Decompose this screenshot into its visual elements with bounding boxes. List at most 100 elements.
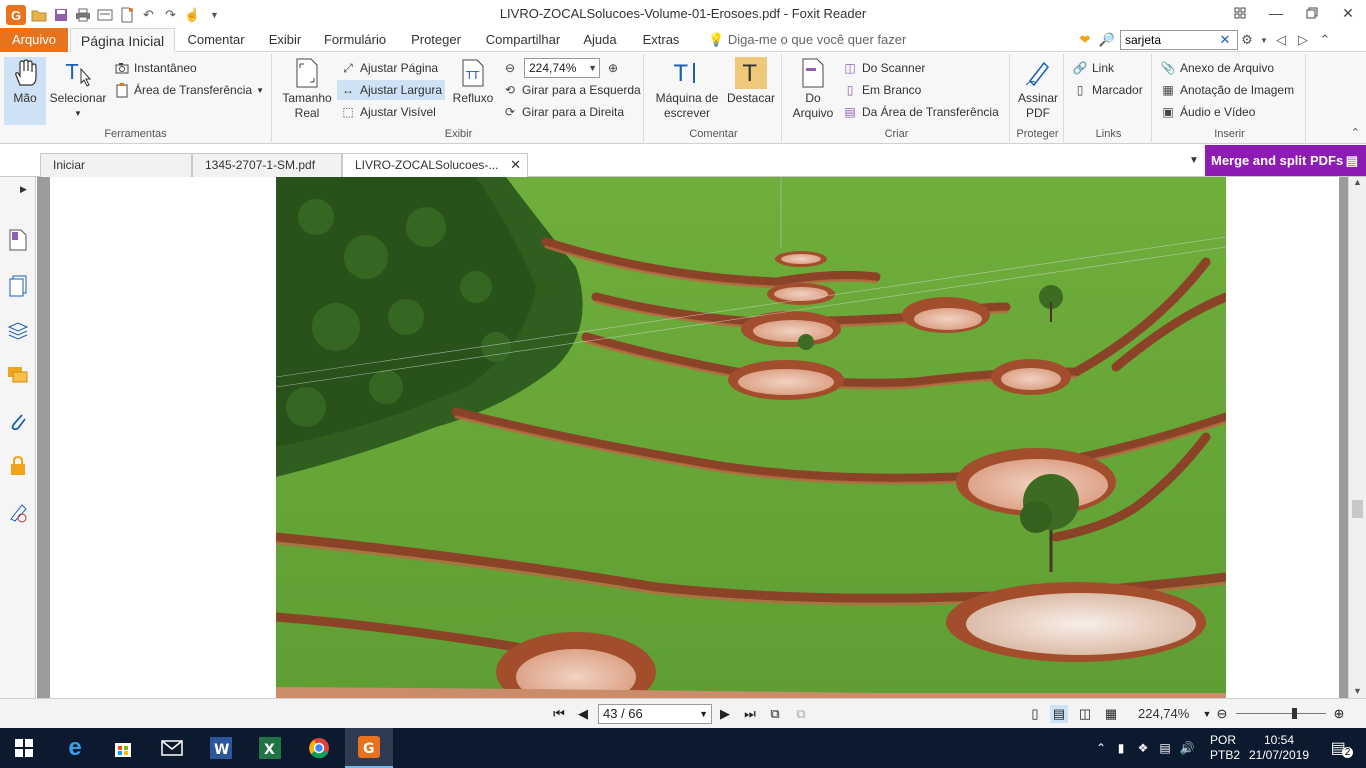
search-folder-icon[interactable]: 🔎	[1098, 31, 1116, 49]
actual-size-button[interactable]: Tamanho Real	[278, 57, 336, 121]
battery-icon[interactable]: ▮	[1110, 741, 1132, 755]
zoom-in-icon[interactable]: ⊕	[605, 58, 621, 78]
clock[interactable]: 10:54 21/07/2019	[1248, 733, 1310, 763]
tab-compartilhar[interactable]: Compartilhar	[480, 28, 566, 52]
tell-me-box[interactable]: 💡 Diga-me o que você quer fazer	[708, 32, 906, 48]
signature-icon[interactable]	[7, 501, 29, 523]
scroll-thumb[interactable]	[1352, 500, 1363, 518]
fit-page-button[interactable]: ⤢ Ajustar Página	[340, 58, 438, 78]
close-button[interactable]: ✕	[1330, 0, 1366, 26]
tab-ajuda[interactable]: Ajuda	[576, 28, 624, 52]
store-icon[interactable]	[99, 728, 147, 768]
next-page-icon[interactable]: ▶	[716, 705, 734, 723]
customize-qat-icon[interactable]: ▼	[205, 6, 224, 24]
tab-proteger[interactable]: Proteger	[403, 28, 469, 52]
save-icon[interactable]	[51, 6, 70, 24]
notification-center-icon[interactable]: ▤ 2	[1322, 728, 1362, 768]
zoom-in-icon[interactable]: ⊕	[1330, 705, 1348, 723]
search-settings-icon[interactable]: ⚙	[1238, 31, 1256, 49]
snapshot-button[interactable]: Instantâneo	[114, 58, 197, 78]
redo-icon[interactable]: ↷	[161, 6, 180, 24]
zoom-combo[interactable]: 224,74% ▼	[524, 58, 600, 78]
tab-arquivo[interactable]: Arquivo	[0, 28, 68, 52]
undo-icon[interactable]: ↶	[139, 6, 158, 24]
restore-layout-icon[interactable]	[1222, 0, 1258, 26]
scroll-down-icon[interactable]: ▼	[1353, 686, 1362, 696]
link-button[interactable]: 🔗 Link	[1072, 58, 1115, 78]
typewriter-button[interactable]: T Máquina de escrever	[652, 57, 722, 121]
zoom-slider-knob[interactable]	[1292, 708, 1297, 719]
highlight-button[interactable]: T Destacar	[726, 57, 776, 106]
from-file-button[interactable]: Do Arquivo	[788, 57, 838, 121]
audio-video-button[interactable]: ▣ Áudio e Vídeo	[1160, 102, 1255, 122]
page-number-input[interactable]: 43 / 66 ▼	[598, 704, 712, 724]
network-icon[interactable]: ▤	[1154, 741, 1176, 755]
reflow-button[interactable]: TT Refluxo	[450, 57, 496, 106]
zoom-slider[interactable]	[1236, 708, 1326, 719]
dropbox-icon[interactable]: ❖	[1132, 741, 1154, 755]
continuous-facing-view-icon[interactable]: ▦	[1102, 705, 1120, 723]
select-dropdown-icon[interactable]: ▼	[74, 106, 82, 121]
windows-start-icon[interactable]	[0, 728, 48, 768]
rotate-right-button[interactable]: ⟳ Girar para a Direita	[502, 102, 624, 122]
zoom-dropdown-icon[interactable]: ▼	[588, 59, 597, 77]
last-page-icon[interactable]: ⏭	[741, 705, 759, 723]
tab-exibir[interactable]: Exibir	[262, 28, 308, 52]
properties-icon[interactable]	[95, 6, 114, 24]
vertical-scrollbar[interactable]: ▲ ▼	[1348, 177, 1366, 698]
layers-icon[interactable]	[7, 320, 29, 342]
sign-pdf-button[interactable]: Assinar PDF	[1014, 57, 1062, 121]
blank-button[interactable]: ▯ Em Branco	[842, 80, 922, 100]
tab-pagina-inicial[interactable]: Página Inicial	[70, 28, 175, 52]
tab-comentar[interactable]: Comentar	[180, 28, 252, 52]
settings-dropdown-icon[interactable]: ▼	[1260, 31, 1268, 49]
scroll-up-icon[interactable]: ▲	[1353, 177, 1362, 187]
facing-view-icon[interactable]: ◫	[1076, 705, 1094, 723]
fit-width-button[interactable]: ↔ Ajustar Largura	[337, 80, 446, 100]
image-annotation-button[interactable]: ▦ Anotação de Imagem	[1160, 80, 1294, 100]
close-tab-icon[interactable]: ✕	[510, 154, 521, 176]
doc-tab-livro[interactable]: LIVRO-ZOCALSolucoes-... ✕	[342, 153, 528, 178]
show-hidden-icons-icon[interactable]: ⌃	[1092, 741, 1110, 755]
from-scanner-button[interactable]: ◫ Do Scanner	[842, 58, 925, 78]
bookmark-button[interactable]: ▯ Marcador	[1072, 80, 1143, 100]
heart-icon[interactable]: ❤	[1076, 31, 1094, 49]
maximize-button[interactable]	[1294, 0, 1330, 26]
minimize-button[interactable]: —	[1258, 0, 1294, 26]
attachments-icon[interactable]	[7, 410, 29, 432]
tab-extras[interactable]: Extras	[636, 28, 686, 52]
open-folder-icon[interactable]	[29, 6, 48, 24]
expand-panel-icon[interactable]: ▶	[20, 184, 27, 195]
search-next-icon[interactable]: ▷	[1294, 31, 1312, 49]
hand-button[interactable]: Mão	[4, 57, 46, 125]
comments-icon[interactable]	[7, 365, 29, 387]
document-view[interactable]	[37, 177, 1348, 698]
single-page-view-icon[interactable]: ▯	[1026, 705, 1044, 723]
chrome-icon[interactable]	[295, 728, 343, 768]
import-page-icon[interactable]: ⧉	[792, 705, 810, 723]
from-clipboard-button[interactable]: ▤ Da Área de Transferência	[842, 102, 998, 122]
file-attachment-button[interactable]: 📎 Anexo de Arquivo	[1160, 58, 1275, 78]
tab-formulario[interactable]: Formulário	[320, 28, 390, 52]
doc-tab-iniciar[interactable]: Iniciar	[40, 153, 192, 177]
foxit-taskbar-icon[interactable]: G	[345, 728, 393, 768]
word-icon[interactable]: W	[197, 728, 245, 768]
clear-search-icon[interactable]: ✕	[1216, 31, 1234, 49]
doc-tab-1345[interactable]: 1345-2707-1-SM.pdf	[192, 153, 342, 177]
print-icon[interactable]	[73, 6, 92, 24]
mail-icon[interactable]	[148, 728, 196, 768]
excel-icon[interactable]: X	[246, 728, 294, 768]
foxit-logo-icon[interactable]: G	[6, 5, 26, 25]
language-indicator[interactable]: POR PTB2	[1210, 733, 1240, 763]
clipboard-dropdown-icon[interactable]: ▼	[256, 86, 264, 95]
tab-list-dropdown-icon[interactable]: ▼	[1189, 155, 1199, 166]
fit-visible-button[interactable]: ⬚ Ajustar Visível	[340, 102, 435, 122]
export-page-icon[interactable]: ⧉	[766, 705, 784, 723]
previous-page-icon[interactable]: ◀	[574, 705, 592, 723]
merge-split-button[interactable]: Merge and split PDFs ▤	[1205, 145, 1366, 176]
rotate-left-button[interactable]: ⟲ Girar para a Esquerda	[502, 80, 641, 100]
security-lock-icon[interactable]	[7, 455, 29, 477]
hand-tool-icon[interactable]: ☝	[183, 6, 202, 24]
continuous-view-icon[interactable]: ▤	[1050, 705, 1068, 723]
new-document-icon[interactable]	[117, 6, 136, 24]
